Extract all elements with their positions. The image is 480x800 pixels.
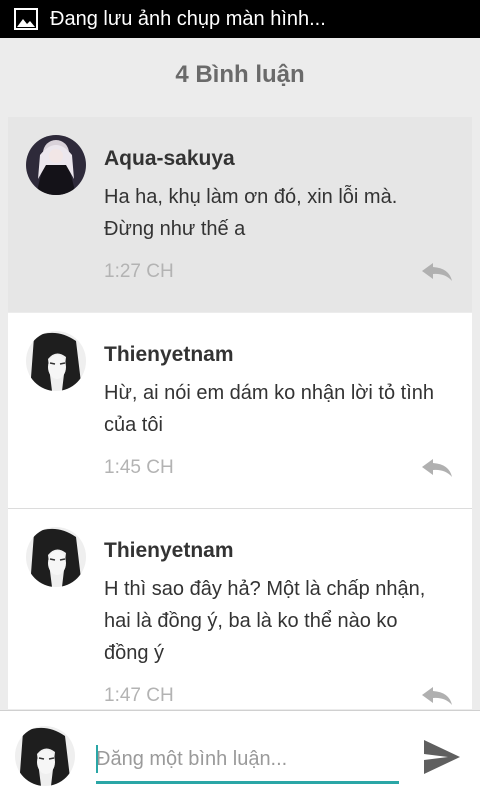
comment-author[interactable]: Aqua-sakuya bbox=[104, 147, 235, 171]
comment-time: 1:45 CH bbox=[104, 457, 174, 478]
comment-list[interactable]: Aqua-sakuya Ha ha, khụ làm ơn đó, xin lỗ… bbox=[8, 117, 472, 709]
avatar bbox=[15, 726, 75, 786]
reply-icon[interactable] bbox=[420, 261, 454, 283]
reply-icon[interactable] bbox=[420, 457, 454, 479]
page-title: 4 Bình luận bbox=[175, 61, 305, 88]
comment-composer bbox=[0, 710, 480, 800]
comment-item[interactable]: Aqua-sakuya Ha ha, khụ làm ơn đó, xin lỗ… bbox=[8, 117, 472, 312]
comments-header: 4 Bình luận bbox=[0, 38, 480, 112]
image-icon bbox=[14, 8, 38, 30]
status-bar: Đang lưu ảnh chụp màn hình... bbox=[0, 0, 480, 38]
avatar[interactable] bbox=[26, 331, 86, 391]
avatar[interactable] bbox=[26, 135, 86, 195]
avatar[interactable] bbox=[26, 527, 86, 587]
comment-text: Hừ, ai nói em dám ko nhận lời tỏ tình củ… bbox=[104, 382, 434, 436]
comment-item[interactable]: Thienyetnam Hừ, ai nói em dám ko nhận lờ… bbox=[8, 313, 472, 508]
reply-icon[interactable] bbox=[420, 685, 454, 707]
send-icon[interactable] bbox=[422, 738, 462, 776]
comment-author[interactable]: Thienyetnam bbox=[104, 343, 234, 367]
comment-author[interactable]: Thienyetnam bbox=[104, 539, 234, 563]
comment-time: 1:27 CH bbox=[104, 261, 174, 282]
comment-input[interactable] bbox=[96, 739, 399, 779]
comment-input-wrapper[interactable] bbox=[96, 739, 399, 784]
comment-text: Ha ha, khụ làm ơn đó, xin lỗi mà. Đừng n… bbox=[104, 186, 398, 240]
status-text: Đang lưu ảnh chụp màn hình... bbox=[50, 7, 326, 30]
text-cursor bbox=[96, 745, 98, 773]
comment-item[interactable]: Thienyetnam H thì sao đây hả? Một là chấ… bbox=[8, 509, 472, 709]
comment-time: 1:47 CH bbox=[104, 685, 174, 706]
comment-text: H thì sao đây hả? Một là chấp nhận, hai … bbox=[104, 578, 426, 664]
